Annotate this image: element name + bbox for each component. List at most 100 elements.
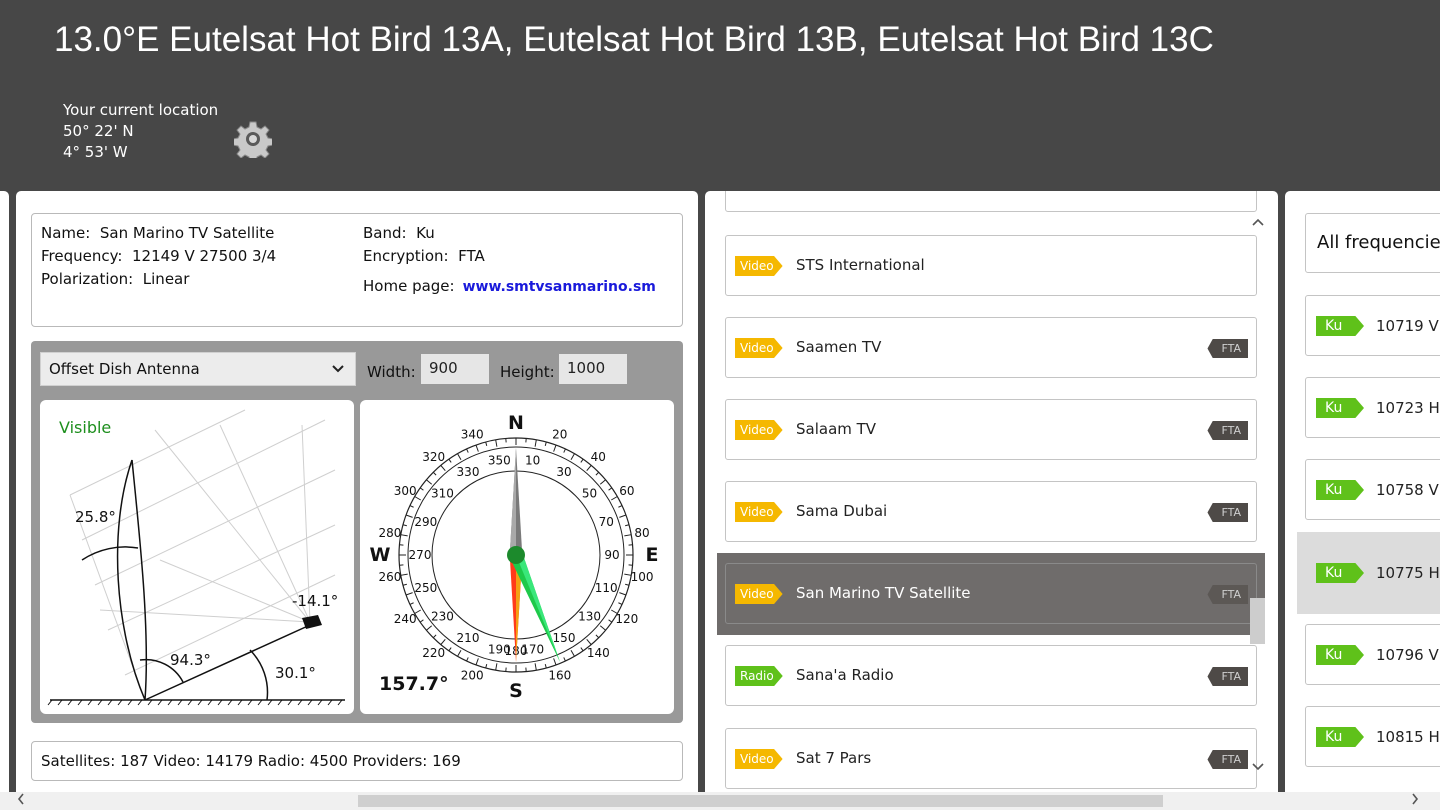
list-item[interactable]: Video Sama Dubai FTA <box>725 481 1257 542</box>
inner-tick-9: 90 <box>604 548 619 562</box>
location-label: Your current location <box>63 101 219 119</box>
channel-name: Sat 7 Pars <box>796 749 872 767</box>
inner-tick-11: 110 <box>595 581 618 595</box>
scroll-right-icon[interactable] <box>1410 791 1420 810</box>
outer-tick-7: 80 <box>634 526 649 540</box>
satellite-title: 13.0°E Eutelsat Hot Bird 13A, Eutelsat H… <box>54 20 1214 59</box>
outer-tick-3: 40 <box>591 450 606 464</box>
outer-tick-10: 240 <box>394 612 417 626</box>
outer-tick-12: 220 <box>422 646 445 660</box>
inner-tick-5: 50 <box>582 486 597 500</box>
scroll-left-icon[interactable] <box>16 791 26 810</box>
outer-tick-6: 280 <box>378 526 401 540</box>
inner-tick-0: 350 <box>488 453 511 467</box>
compass-south: S <box>509 680 523 702</box>
video-tag: Video <box>735 502 783 522</box>
compass-west: W <box>370 544 391 566</box>
inner-tick-7: 70 <box>599 515 614 529</box>
outer-tick-8: 260 <box>378 570 401 584</box>
channel-name: Sama Dubai <box>796 502 888 520</box>
homepage-label: Home page: <box>363 277 455 295</box>
fta-tag: FTA <box>1207 585 1248 604</box>
list-item[interactable]: Video Saamen TV FTA <box>725 317 1257 378</box>
list-item[interactable]: Video STS International <box>725 235 1257 296</box>
frequency-label: Frequency: <box>41 247 123 265</box>
horizontal-scrollbar-thumb[interactable] <box>358 795 1163 807</box>
angle-a: 94.3° <box>170 651 211 669</box>
frequency-item[interactable]: Ku 10815 H 2 <box>1305 706 1440 767</box>
all-frequencies-button[interactable]: All frequencies <box>1305 213 1440 273</box>
antenna-type-select[interactable]: Offset Dish Antenna <box>40 352 356 386</box>
compass-east: E <box>646 544 659 566</box>
fta-tag: FTA <box>1207 421 1248 440</box>
frequency-item[interactable]: Ku 10796 V 2 <box>1305 624 1440 685</box>
scroll-down-icon[interactable] <box>1251 760 1265 776</box>
width-input[interactable]: 900 <box>421 354 489 384</box>
scroll-up-icon[interactable] <box>1251 215 1265 231</box>
longitude: 4° 53' W <box>63 143 128 161</box>
band-tag: Ku <box>1316 398 1364 418</box>
azimuth-value: 157.7° <box>379 673 449 695</box>
list-item[interactable]: Video Salaam TV FTA <box>725 399 1257 460</box>
current-location: Your current location 50° 22' N 4° 53' W <box>63 100 218 163</box>
frequency-text: 10815 H 2 <box>1376 728 1440 746</box>
chevron-down-icon <box>331 353 345 397</box>
outer-tick-11: 120 <box>615 612 638 626</box>
outer-tick-0: 340 <box>461 428 484 442</box>
band-tag: Ku <box>1316 480 1364 500</box>
encryption-label: Encryption: <box>363 247 449 265</box>
channel-name: Sana'a Radio <box>796 666 894 684</box>
inner-tick-1: 10 <box>525 453 540 467</box>
outer-tick-2: 320 <box>422 450 445 464</box>
previous-panel-edge <box>0 191 9 801</box>
band-tag: Ku <box>1316 645 1364 665</box>
name-label: Name: <box>41 224 91 242</box>
inner-tick-15: 150 <box>553 631 576 645</box>
list-item[interactable] <box>725 191 1257 212</box>
compass-north: N <box>508 412 524 434</box>
channel-list[interactable]: Video STS International Video Saamen TV … <box>705 191 1278 801</box>
frequency-item-selected[interactable]: Ku 10775 H 2 <box>1305 542 1440 603</box>
height-input[interactable]: 1000 <box>559 354 627 384</box>
encryption-value: FTA <box>458 247 485 265</box>
fta-tag: FTA <box>1207 667 1248 686</box>
channel-name: San Marino TV Satellite <box>796 584 971 602</box>
channel-name: STS International <box>796 256 925 274</box>
radio-tag: Radio <box>735 666 783 686</box>
list-item[interactable]: Radio Sana'a Radio FTA <box>725 645 1257 706</box>
compass-icon: 340 20 320 40 300 60 280 80 260 100 240 … <box>370 412 659 702</box>
antenna-section: Offset Dish Antenna Width: 900 Height: 1… <box>31 341 683 723</box>
inner-tick-13: 130 <box>578 610 601 624</box>
frequency-text: 10775 H 2 <box>1376 564 1440 582</box>
skew-angle: -14.1° <box>292 592 338 610</box>
inner-tick-2: 330 <box>457 465 480 479</box>
homepage-link[interactable]: www.smtvsanmarino.sm <box>463 279 656 295</box>
outer-tick-1: 20 <box>552 428 567 442</box>
polarization-value: Linear <box>142 270 190 288</box>
fta-tag: FTA <box>1207 503 1248 522</box>
angle-b: 30.1° <box>275 664 316 682</box>
frequency-value: 12149 V 27500 3/4 <box>132 247 277 265</box>
video-tag: Video <box>735 749 783 769</box>
compass-panel: 340 20 320 40 300 60 280 80 260 100 240 … <box>360 400 674 714</box>
vertical-scrollbar-thumb[interactable] <box>1250 598 1265 644</box>
name-value: San Marino TV Satellite <box>99 224 275 242</box>
frequency-text: 10796 V 2 <box>1376 646 1440 664</box>
list-item-selected[interactable]: Video San Marino TV Satellite FTA <box>725 563 1257 624</box>
fta-tag: FTA <box>1207 339 1248 358</box>
band-value: Ku <box>416 224 435 242</box>
video-tag: Video <box>735 338 783 358</box>
inner-tick-6: 290 <box>414 515 437 529</box>
outer-tick-15: 160 <box>548 668 571 682</box>
frequency-item[interactable]: Ku 10719 V 2 <box>1305 295 1440 356</box>
band-tag: Ku <box>1316 563 1364 583</box>
antenna-type-value: Offset Dish Antenna <box>49 360 200 378</box>
outer-tick-14: 200 <box>461 668 484 682</box>
satellite-info: Name: San Marino TV Satellite Frequency:… <box>31 213 683 327</box>
frequency-item[interactable]: Ku 10758 V 2 <box>1305 459 1440 520</box>
outer-tick-5: 60 <box>619 484 634 498</box>
list-item[interactable]: Video Sat 7 Pars FTA <box>725 728 1257 789</box>
gear-icon[interactable] <box>234 120 272 158</box>
frequency-text: 10719 V 2 <box>1376 317 1440 335</box>
frequency-item[interactable]: Ku 10723 H 2 <box>1305 377 1440 438</box>
